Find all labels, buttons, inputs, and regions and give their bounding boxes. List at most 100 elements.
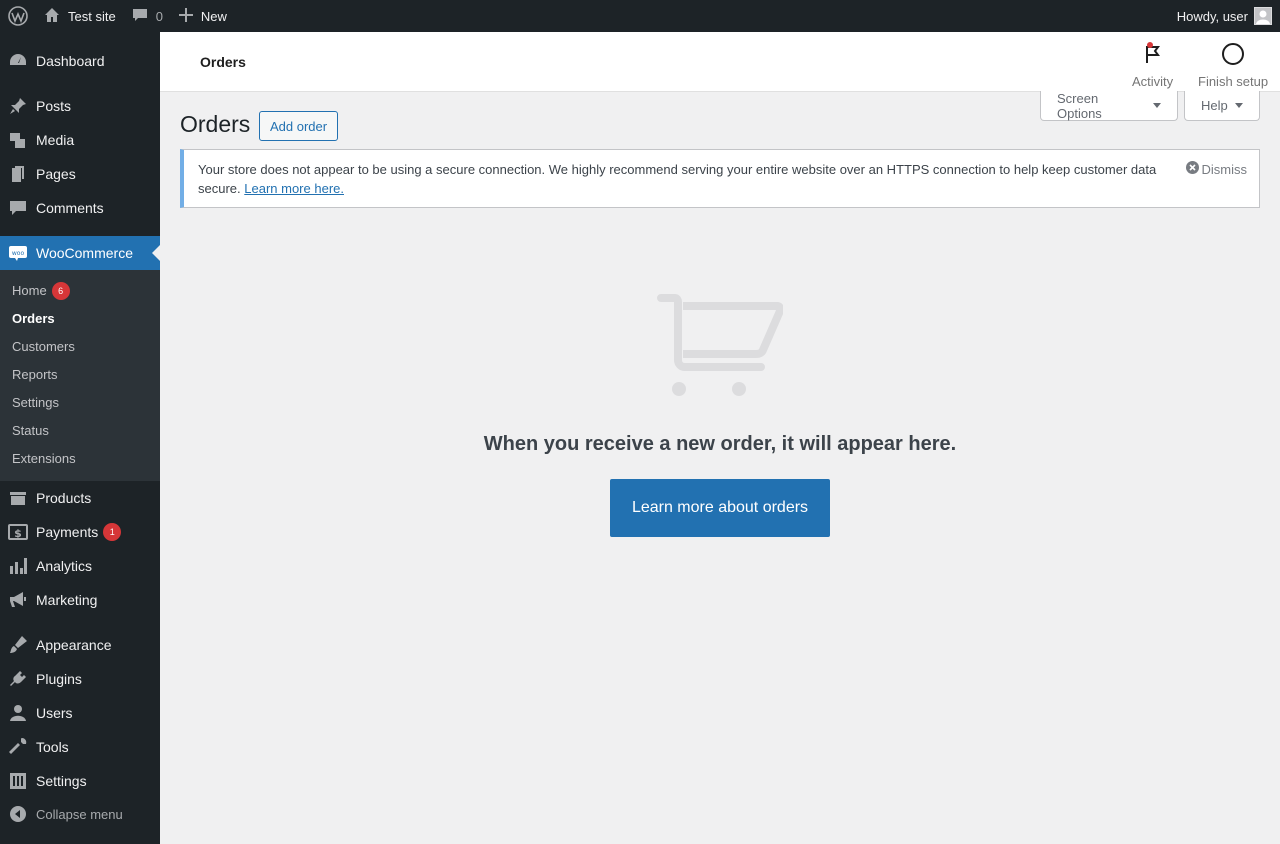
pin-icon [0,96,36,116]
sidebar-item-settings[interactable]: Settings [0,764,160,798]
finish-setup-button[interactable]: Finish setup [1198,42,1268,89]
add-order-button[interactable]: Add order [259,111,339,141]
sidebar-item-pages[interactable]: Pages [0,157,160,191]
collapse-icon [0,805,36,823]
avatar [1254,7,1272,25]
help-label: Help [1201,98,1228,113]
close-circle-icon [1185,160,1202,179]
header-title: Orders [200,54,246,70]
sidebar-item-analytics[interactable]: Analytics [0,549,160,583]
submenu-item-label: Status [12,423,49,438]
sidebar-item-comments[interactable]: Comments [0,191,160,225]
comment-icon [132,7,148,26]
submenu-item-label: Reports [12,367,58,382]
my-account-link[interactable]: Howdy, user [1177,0,1280,32]
woocommerce-header: Orders Activity Finish setup [160,32,1280,92]
collapse-menu-button[interactable]: Collapse menu [0,801,160,827]
sidebar-item-payments[interactable]: $ Payments 1 [0,515,160,549]
sidebar-item-media[interactable]: Media [0,123,160,157]
submenu-item-extensions[interactable]: Extensions [12,449,76,469]
screen-options-label: Screen Options [1057,90,1102,121]
greeting: Howdy, user [1176,8,1248,24]
screen-options-button[interactable]: Screen Options [1040,91,1178,121]
home-count-badge: 6 [51,282,70,300]
sidebar-item-tools[interactable]: Tools [0,730,160,764]
submenu-item-label: Orders [12,311,55,326]
media-icon [0,130,36,150]
user-icon [0,703,36,723]
activity-label: Activity [1132,74,1174,89]
sidebar-item-label: Settings [36,773,87,789]
submenu-item-label: Home [12,283,47,298]
wrench-icon [0,737,36,757]
home-icon [44,7,60,26]
woocommerce-submenu: Home 6 Orders Customers Reports Settings… [0,270,160,481]
submenu-item-label: Extensions [12,451,76,466]
wordpress-logo-icon[interactable] [0,0,36,32]
sidebar-item-label: Media [36,132,75,148]
sidebar-item-users[interactable]: Users [0,696,160,730]
megaphone-icon [0,590,36,610]
svg-text:$: $ [14,527,22,540]
submenu-item-reports[interactable]: Reports [12,365,58,385]
submenu-item-label: Settings [12,395,59,410]
site-name-link[interactable]: Test site [36,0,124,32]
submenu-item-customers[interactable]: Customers [12,337,75,357]
new-content-link[interactable]: New [171,0,235,32]
sidebar-item-label: Posts [36,98,72,114]
dismiss-button[interactable]: Dismiss [1185,160,1248,179]
sidebar-item-label: Appearance [36,637,112,653]
learn-more-orders-button[interactable]: Learn more about orders [610,479,830,537]
submenu-item-orders[interactable]: Orders [12,309,55,329]
learn-more-link[interactable]: Learn more here. [244,181,344,196]
sidebar-item-dashboard[interactable]: Dashboard [0,44,160,78]
submenu-item-status[interactable]: Status [12,421,49,441]
comments-link[interactable]: 0 [124,0,171,32]
submenu-item-settings[interactable]: Settings [12,393,59,413]
sidebar-item-appearance[interactable]: Appearance [0,628,160,662]
comment-icon [0,198,36,218]
brush-icon [0,635,36,655]
page-title: Orders [180,111,251,137]
bar-chart-icon [0,556,36,576]
dollar-icon: $ [0,522,36,542]
sidebar-item-label: Tools [36,739,69,755]
site-name: Test site [68,8,116,24]
shopping-cart-icon [657,292,785,403]
submenu-item-label: Customers [12,339,75,354]
help-button[interactable]: Help [1184,91,1260,121]
sidebar-item-label: Users [36,705,73,721]
comments-count: 0 [155,8,163,24]
plus-icon [178,7,193,25]
new-label: New [200,8,227,24]
activity-button[interactable]: Activity [1132,42,1173,89]
sidebar-item-plugins[interactable]: Plugins [0,662,160,696]
svg-text:woo: woo [12,250,25,257]
sidebar-item-label: Plugins [36,671,82,687]
sidebar-item-products[interactable]: Products [0,481,160,515]
admin-bar: Test site 0 New Howdy, user [0,0,1280,32]
sidebar-item-posts[interactable]: Posts [0,89,160,123]
archive-icon [0,488,36,508]
pages-icon [0,164,36,184]
admin-sidebar: Dashboard Posts Media Pages Comments woo… [0,32,160,844]
sidebar-item-label: Dashboard [36,53,105,69]
payments-count-badge: 1 [103,523,122,541]
sidebar-item-label: WooCommerce [36,245,133,261]
sidebar-item-label: Products [36,490,92,506]
sidebar-item-marketing[interactable]: Marketing [0,583,160,617]
empty-orders-message: When you receive a new order, it will ap… [483,433,957,455]
sidebar-item-label: Analytics [36,558,93,574]
sidebar-item-woocommerce[interactable]: woo WooCommerce [0,236,160,270]
sidebar-item-label: Marketing [36,592,98,608]
progress-ring-icon [1221,42,1245,74]
sidebar-item-label: Pages [36,166,76,182]
flag-icon [1141,42,1165,74]
sliders-icon [0,771,36,791]
plug-icon [0,669,36,689]
submenu-item-home[interactable]: Home 6 [12,281,70,301]
https-notice: Your store does not appear to be using a… [180,149,1260,208]
finish-setup-label: Finish setup [1198,74,1269,89]
sidebar-item-label: Payments [36,524,99,540]
dismiss-label: Dismiss [1201,162,1248,177]
